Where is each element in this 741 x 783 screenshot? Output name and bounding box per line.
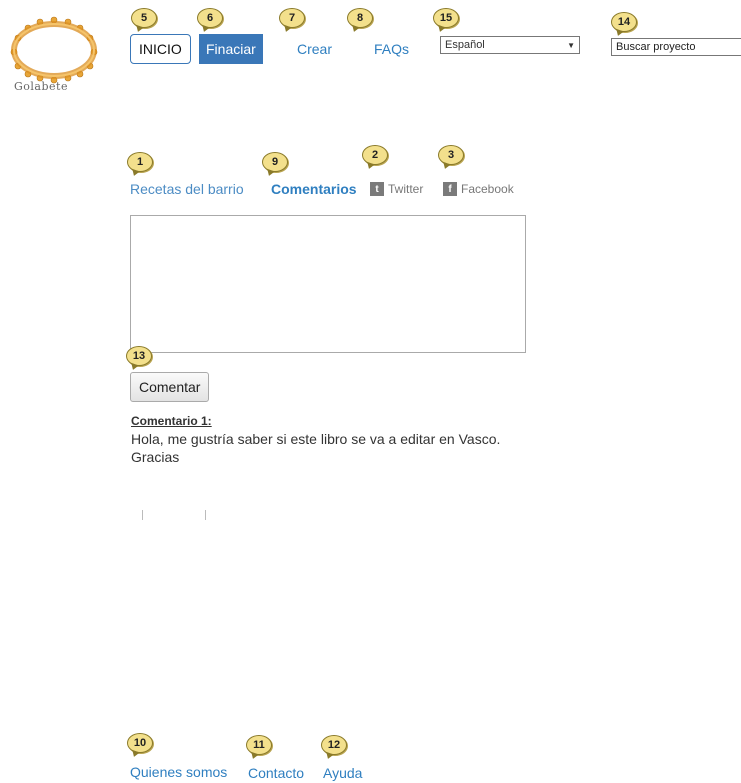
language-value: Español (445, 39, 485, 51)
badge-14: 14 (611, 12, 637, 32)
badge-3: 3 (438, 145, 464, 165)
comment-title: Comentario 1: (131, 414, 212, 428)
badge-8: 8 (347, 8, 373, 28)
badge-5: 5 (131, 8, 157, 28)
facebook-label: Facebook (461, 182, 514, 196)
badge-7: 7 (279, 8, 305, 28)
badge-1: 1 (127, 152, 153, 172)
language-select[interactable]: Español ▼ (440, 36, 580, 54)
badge-6: 6 (197, 8, 223, 28)
twitter-icon: t (370, 182, 384, 196)
divider (205, 510, 206, 520)
search-input[interactable]: Buscar proyecto (611, 38, 741, 56)
facebook-share[interactable]: f Facebook (443, 182, 514, 196)
divider (142, 510, 143, 520)
logo-text: Golabete (14, 80, 68, 93)
footer-contacto-link[interactable]: Contacto (248, 765, 304, 781)
nav-inicio-button[interactable]: INICIO (130, 34, 191, 64)
search-input-value: Buscar proyecto (616, 41, 696, 53)
footer-ayuda-link[interactable]: Ayuda (323, 765, 362, 781)
footer-quienes-somos-link[interactable]: Quienes somos (130, 764, 227, 780)
badge-11: 11 (246, 735, 272, 755)
badge-10: 10 (127, 733, 153, 753)
badge-2: 2 (362, 145, 388, 165)
chevron-down-icon: ▼ (567, 40, 575, 50)
comment-textarea[interactable] (130, 215, 526, 353)
comentar-button[interactable]: Comentar (130, 372, 210, 402)
twitter-share[interactable]: t Twitter (370, 182, 423, 196)
tab-recetas-del-barrio[interactable]: Recetas del barrio (130, 181, 244, 197)
nav-financiar-button[interactable]: Finaciar (199, 34, 263, 64)
badge-15: 15 (433, 8, 459, 28)
badge-12: 12 (321, 735, 347, 755)
twitter-label: Twitter (388, 182, 424, 196)
tab-comentarios[interactable]: Comentarios (271, 181, 357, 197)
badge-13: 13 (126, 346, 152, 366)
nav-crear-link[interactable]: Crear (297, 41, 332, 57)
nav-faqs-link[interactable]: FAQs (374, 41, 409, 57)
facebook-icon: f (443, 182, 457, 196)
badge-9: 9 (262, 152, 288, 172)
comment-body: Hola, me gustría saber si este libro se … (131, 431, 501, 465)
